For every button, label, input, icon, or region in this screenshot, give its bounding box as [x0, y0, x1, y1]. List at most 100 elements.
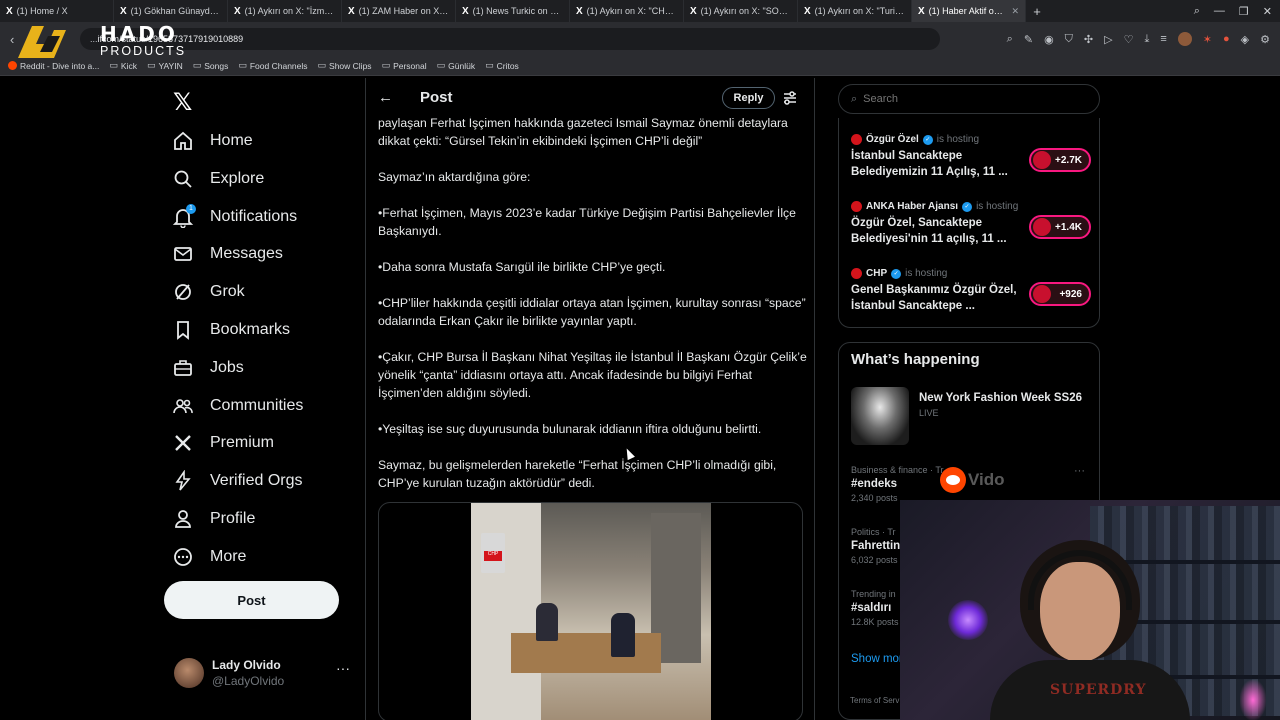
- heart-icon[interactable]: ♡: [1124, 33, 1134, 46]
- live-space-item[interactable]: ANKA Haber Ajansı ✓ is hosting Özgür Özel, …: [851, 201, 1096, 257]
- more-circle-icon: [172, 546, 194, 568]
- reply-button[interactable]: Reply: [722, 87, 775, 109]
- person-icon: [172, 508, 194, 530]
- featured-trend[interactable]: New York Fashion Week SS26 LIVE: [851, 387, 1096, 447]
- cube-icon[interactable]: ◈: [1241, 33, 1249, 46]
- more-dots-icon[interactable]: ···: [1074, 465, 1085, 477]
- nav-item-home[interactable]: Home: [172, 126, 253, 156]
- restore-icon[interactable]: ❐: [1239, 5, 1249, 18]
- avatar: [1033, 218, 1051, 236]
- bookmark-label: YAYIN: [158, 60, 183, 71]
- nav-item-more[interactable]: More: [172, 542, 246, 572]
- space-host-row: CHP ✓ is hosting: [851, 268, 947, 279]
- nav-label: Bookmarks: [210, 321, 291, 338]
- nav-item-notifications[interactable]: 1 Notifications: [172, 202, 297, 232]
- post-header: ← Post Reply: [366, 78, 814, 118]
- tab-title: (1) Home / X: [16, 6, 68, 16]
- bookmark-item[interactable]: ▭ Critos: [485, 60, 519, 71]
- x-logo-icon[interactable]: 𝕏: [173, 88, 192, 117]
- space-host-row: ANKA Haber Ajansı ✓ is hosting: [851, 201, 1018, 212]
- vpn-icon[interactable]: ✶: [1203, 33, 1212, 46]
- shield-icon[interactable]: ⛉: [1065, 33, 1073, 46]
- nav-item-messages[interactable]: Messages: [172, 239, 283, 269]
- minimize-icon[interactable]: —: [1214, 5, 1225, 17]
- camera-icon[interactable]: ◉: [1044, 33, 1054, 46]
- play-icon[interactable]: ▷: [1104, 33, 1112, 46]
- browser-tab[interactable]: X (1) Aykırı on X: "Turizmin: [798, 0, 912, 22]
- account-switcher[interactable]: Lady Olvido @LadyOlvido ···: [172, 656, 352, 692]
- menu-icon[interactable]: ≡: [1160, 33, 1166, 45]
- nav-item-communities[interactable]: Communities: [172, 391, 303, 421]
- page-title: Post: [420, 89, 453, 106]
- new-tab-button[interactable]: +: [1026, 4, 1048, 19]
- gear-icon[interactable]: ⚙: [1260, 33, 1270, 46]
- bookmark-item[interactable]: Reddit - Dive into a...: [8, 61, 99, 71]
- terms-link[interactable]: Terms of Serv: [850, 696, 899, 705]
- puzzle-icon[interactable]: ✣: [1084, 33, 1093, 46]
- post-media[interactable]: CHP: [378, 502, 803, 720]
- bookmark-item[interactable]: ▭ Günlük: [437, 60, 475, 71]
- bookmark-item[interactable]: ▭ Personal: [382, 60, 427, 71]
- x-favicon-icon: X: [234, 5, 241, 17]
- post-paragraph: •Ferhat İşçimen, Mayıs 2023’e kadar Türk…: [378, 206, 796, 238]
- x-favicon-icon: X: [462, 5, 469, 17]
- space-host-name: Özgür Özel: [866, 134, 919, 145]
- edit-icon[interactable]: ✎: [1024, 33, 1033, 46]
- browser-tab[interactable]: X(1) Aykırı on X: "CHP Gene: [570, 0, 684, 22]
- more-dots-icon[interactable]: ···: [336, 660, 350, 676]
- browser-tab[interactable]: X (1) Home / X: [0, 0, 114, 22]
- nav-item-jobs[interactable]: Jobs: [172, 353, 244, 383]
- space-host-row: Özgür Özel ✓ is hosting: [851, 134, 979, 145]
- x-favicon-icon: X: [918, 5, 925, 17]
- bookmark-item[interactable]: ▭ Food Channels: [238, 60, 307, 71]
- pink-light: [1240, 680, 1266, 720]
- browser-tab[interactable]: X(1) Haber Aktif on X: ""CH✕: [912, 0, 1026, 22]
- nav-item-explore[interactable]: Explore: [172, 164, 264, 194]
- live-space-item[interactable]: CHP ✓ is hosting Genel Başkanımız Özgür Öze…: [851, 268, 1096, 324]
- x-favicon-icon: X: [120, 5, 127, 17]
- bookmark-item[interactable]: ▭ Songs: [193, 60, 229, 71]
- folder-icon: ▭: [146, 60, 156, 70]
- bookmark-item[interactable]: ▭ Kick: [109, 60, 137, 71]
- browser-tab[interactable]: X(1) Aykırı on X: "SONDAKİ: [684, 0, 798, 22]
- url-field[interactable]: ... ifcom/status/1965873717919010889: [80, 28, 940, 50]
- space-listeners-pill[interactable]: +2.7K: [1029, 148, 1091, 172]
- alert-icon[interactable]: ●: [1223, 33, 1230, 45]
- close-window-icon[interactable]: ✕: [1263, 5, 1272, 18]
- live-space-item[interactable]: Özgür Özel ✓ is hosting İstanbul Sancaktepe…: [851, 134, 1096, 190]
- browser-tab[interactable]: X(1) Aykırı on X: "İzmir'de b: [228, 0, 342, 22]
- nav-item-bookmarks[interactable]: Bookmarks: [172, 315, 290, 345]
- photo-person: [611, 613, 635, 657]
- space-listeners-pill[interactable]: +926: [1029, 282, 1091, 306]
- space-listeners-pill[interactable]: +1.4K: [1029, 215, 1091, 239]
- zoom-icon[interactable]: ⌕: [1007, 33, 1013, 46]
- extension-icons: ⌕ ✎ ◉ ⛉ ✣ ▷ ♡ ⤓ ≡ ✶ ● ◈ ⚙: [1007, 22, 1270, 56]
- people-icon: [172, 395, 194, 417]
- tune-icon[interactable]: [782, 90, 798, 106]
- close-icon[interactable]: ✕: [1011, 6, 1019, 17]
- search-input[interactable]: [863, 93, 1064, 105]
- x-favicon-icon: X: [576, 5, 583, 17]
- bookmark-item[interactable]: ▭ Show Clips: [318, 60, 372, 71]
- post-button[interactable]: Post: [164, 581, 339, 619]
- search-box[interactable]: ⌕: [838, 84, 1100, 114]
- browser-tab[interactable]: X(1) Gökhan Günaydın on X: [114, 0, 228, 22]
- download-icon[interactable]: ⤓: [1144, 33, 1149, 46]
- back-arrow-icon[interactable]: ←: [378, 89, 393, 106]
- purple-lamp: [948, 600, 988, 640]
- bookmark-item[interactable]: ▭ YAYIN: [147, 60, 183, 71]
- browser-tab[interactable]: X(1) ZAM Haber on X: "Kan: [342, 0, 456, 22]
- nav-item-grok[interactable]: Grok: [172, 277, 245, 307]
- nav-item-profile[interactable]: Profile: [172, 504, 255, 534]
- bookmark-label: Kick: [120, 60, 137, 71]
- post-photo[interactable]: CHP: [471, 503, 711, 720]
- tab-title: (1) Aykırı on X: "İzmir'de b: [244, 6, 335, 16]
- browser-tab-bar: X(1) Home / XX(1) Gökhan Günaydın on XX(…: [0, 0, 1280, 22]
- nav-item-verified-orgs[interactable]: Verified Orgs: [172, 466, 302, 496]
- post-paragraph: Saymaz, bu gelişmelerden hareketle “Ferh…: [378, 458, 777, 490]
- profile-name: Lady Olvido: [212, 658, 281, 672]
- browser-tab[interactable]: X(1) News Turkic on X: "Pa: [456, 0, 570, 22]
- nav-item-premium[interactable]: Premium: [172, 428, 274, 458]
- tab-search-icon[interactable]: ⌕: [1194, 5, 1200, 18]
- browser-profile-avatar[interactable]: [1177, 32, 1192, 46]
